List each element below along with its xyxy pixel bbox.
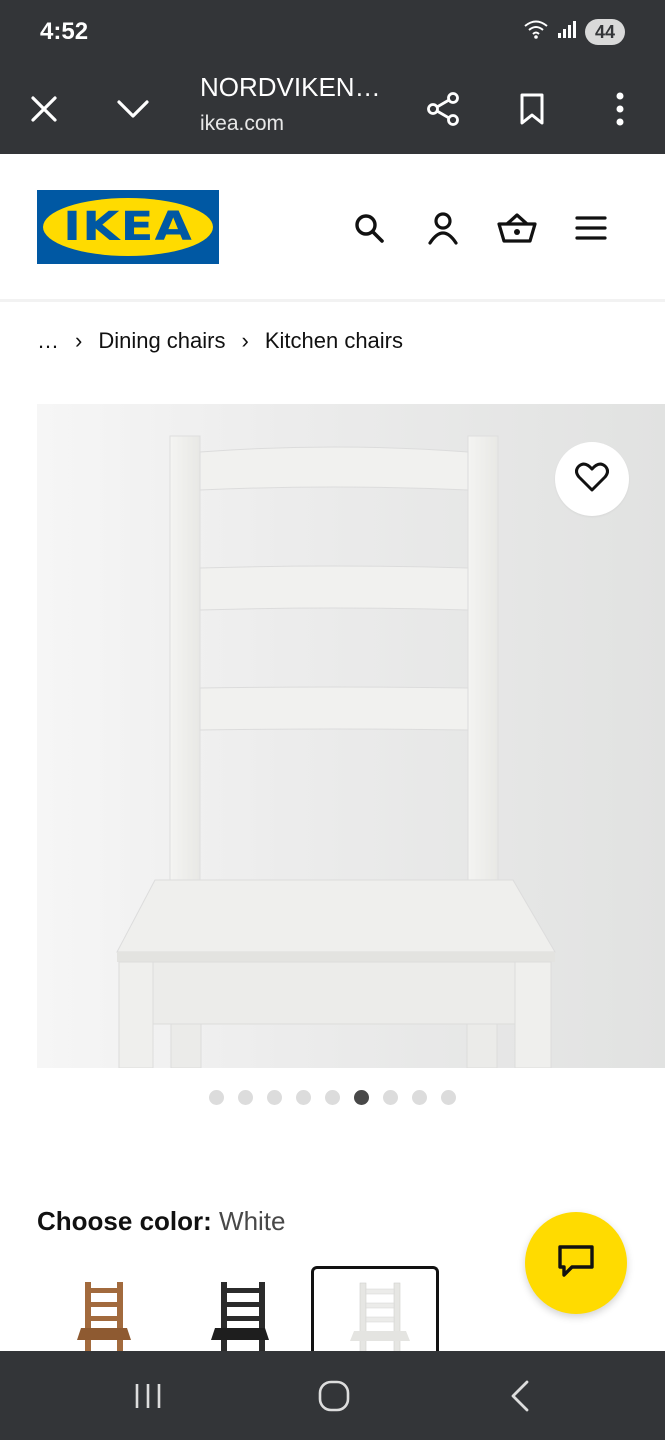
carousel-dot[interactable]: [441, 1090, 456, 1105]
status-icons: 44: [523, 18, 625, 45]
home-icon[interactable]: [304, 1371, 364, 1421]
carousel-dot[interactable]: [267, 1090, 282, 1105]
breadcrumb-item-kitchen-chairs[interactable]: Kitchen chairs: [265, 328, 403, 354]
breadcrumb-item-dining-chairs[interactable]: Dining chairs: [98, 328, 225, 354]
chair-thumbnail-black: [211, 1282, 269, 1356]
close-icon[interactable]: [14, 79, 74, 139]
basket-icon[interactable]: [495, 206, 539, 250]
carousel-dot[interactable]: [354, 1090, 369, 1105]
chair-thumbnail-brown: [77, 1282, 131, 1356]
wifi-icon: [523, 18, 549, 45]
breadcrumb-ellipsis[interactable]: …: [37, 328, 59, 354]
color-value: White: [219, 1206, 286, 1236]
signal-icon: [557, 19, 577, 44]
tab-title[interactable]: NORDVIKEN…: [200, 72, 381, 103]
carousel-dot[interactable]: [412, 1090, 427, 1105]
tab-url[interactable]: ikea.com: [200, 112, 284, 136]
battery-indicator: 44: [584, 18, 625, 45]
color-label: Choose color: White: [37, 1206, 286, 1237]
carousel-dot[interactable]: [383, 1090, 398, 1105]
system-nav-bar: [0, 1351, 665, 1440]
back-icon[interactable]: [490, 1371, 550, 1421]
chevron-right-icon: ›: [241, 328, 249, 353]
color-swatch-black[interactable]: [173, 1266, 301, 1356]
logo-text: IKEA: [63, 204, 193, 250]
carousel-dot[interactable]: [325, 1090, 340, 1105]
carousel-dot[interactable]: [296, 1090, 311, 1105]
product-image[interactable]: [37, 404, 665, 1068]
bookmark-icon[interactable]: [502, 79, 562, 139]
search-icon[interactable]: [347, 206, 391, 250]
chat-icon: [556, 1243, 596, 1284]
heart-icon: [575, 462, 609, 497]
carousel-dot[interactable]: [238, 1090, 253, 1105]
favorite-button[interactable]: [555, 442, 629, 516]
chevron-down-icon[interactable]: [103, 79, 163, 139]
site-header: IKEA: [0, 154, 665, 302]
chat-button[interactable]: [525, 1212, 627, 1314]
breadcrumb: … › Dining chairs › Kitchen chairs: [37, 328, 403, 354]
status-bar: 4:52 44: [0, 0, 665, 64]
user-icon[interactable]: [421, 206, 465, 250]
more-vert-icon[interactable]: [590, 79, 650, 139]
chair-thumbnail-white: [350, 1282, 410, 1356]
status-time: 4:52: [40, 18, 89, 45]
color-swatch-brown[interactable]: [37, 1266, 165, 1356]
color-swatch-white[interactable]: [311, 1266, 439, 1356]
share-icon[interactable]: [413, 79, 473, 139]
chevron-right-icon: ›: [75, 328, 83, 353]
color-label-title: Choose color:: [37, 1206, 212, 1236]
browser-toolbar: NORDVIKEN… ikea.com: [0, 64, 665, 154]
logo-oval: IKEA: [43, 198, 213, 256]
recent-apps-icon[interactable]: [118, 1371, 178, 1421]
menu-icon[interactable]: [569, 206, 613, 250]
carousel-dot[interactable]: [209, 1090, 224, 1105]
ikea-logo[interactable]: IKEA: [37, 190, 219, 264]
carousel-dots: [0, 1090, 665, 1105]
